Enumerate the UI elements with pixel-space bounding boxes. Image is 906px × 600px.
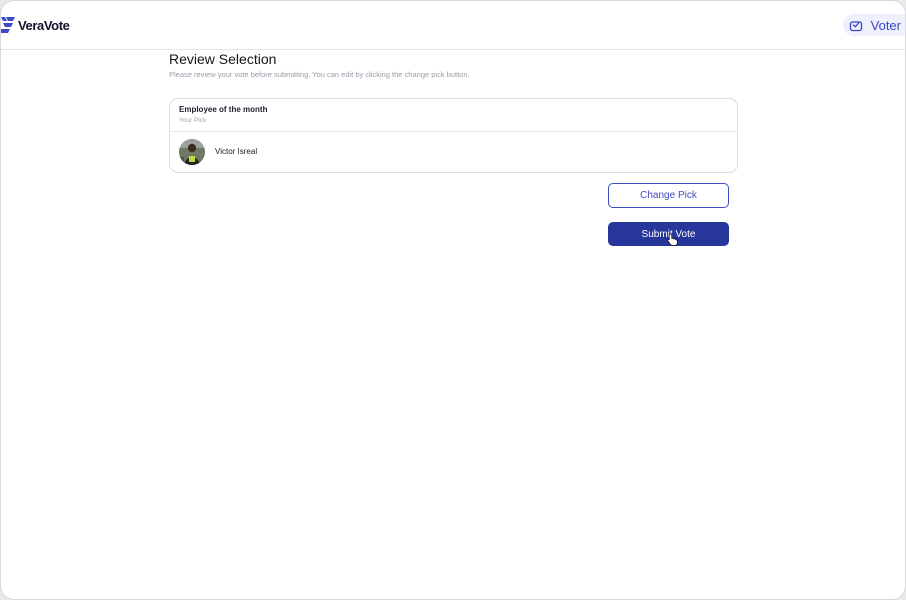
change-pick-button[interactable]: Change Pick xyxy=(608,183,729,208)
review-section: Review Selection Please review your vote… xyxy=(169,51,738,173)
selection-card-header: Employee of the month Your Pick xyxy=(170,99,737,132)
brand-name: VeraVote xyxy=(18,17,70,33)
brand-logo[interactable]: VeraVote xyxy=(1,15,70,35)
nominee-name: Victor Isreal xyxy=(215,147,258,156)
nominee-row: Victor Isreal xyxy=(170,132,737,171)
pick-label: Your Pick xyxy=(179,117,207,124)
app-window: VeraVote Voter Review Selection Please r… xyxy=(0,0,906,600)
voter-role-label: Voter xyxy=(870,17,901,33)
category-title: Employee of the month xyxy=(179,105,268,114)
page-title: Review Selection xyxy=(169,51,277,67)
selection-card: Employee of the month Your Pick Victor I… xyxy=(169,98,738,173)
page-subtitle: Please review your vote before submittin… xyxy=(169,70,470,79)
nominee-avatar xyxy=(179,138,205,165)
top-navigation-bar: VeraVote Voter xyxy=(1,1,905,50)
veravote-logo-icon xyxy=(1,15,15,35)
submit-vote-button[interactable]: Submit Vote xyxy=(608,222,729,246)
voter-role-button[interactable]: Voter xyxy=(842,14,905,36)
ballot-box-icon xyxy=(849,18,863,32)
